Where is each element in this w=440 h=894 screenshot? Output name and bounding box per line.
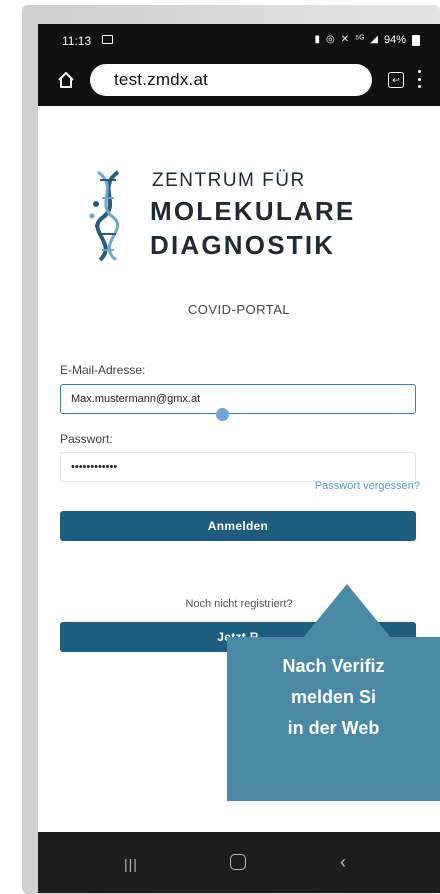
callout-line2: melden Si <box>290 687 377 707</box>
not-registered-text: Noch nicht registriert? <box>185 598 293 610</box>
image-notification-icon <box>102 35 113 44</box>
recent-apps-icon[interactable]: ||| <box>124 856 138 872</box>
status-icons: ▮ ◎ ✕ ⁵ᴳ ◢ 94% <box>315 34 420 46</box>
forgot-password-link[interactable]: Passwort vergessen? <box>315 480 420 492</box>
portal-title: COVID-PORTAL <box>187 302 291 317</box>
status-bar: 11:13 ▮ ◎ ✕ ⁵ᴳ ◢ 94% <box>38 24 440 58</box>
mute-icon: ✕ <box>340 34 350 45</box>
logo-text-line3: DIAGNOSTIK <box>150 230 336 260</box>
status-time: 11:13 <box>62 34 92 48</box>
android-nav-bar: ||| ‹ <box>38 832 440 893</box>
logo-text-line1: ZENTRUM FÜR <box>152 170 306 191</box>
password-label: Passwort: <box>60 432 113 446</box>
callout-line1: Nach Verifiz <box>282 656 385 676</box>
password-field[interactable]: •••••••••••• <box>60 452 416 482</box>
login-button[interactable]: Anmelden <box>60 511 416 541</box>
text-cursor-handle[interactable] <box>216 408 229 421</box>
battery-percent: 94% <box>383 34 406 46</box>
signal-icon: ◢ <box>370 34 378 45</box>
url-text: test.zmdx.at <box>114 70 209 89</box>
alarm-icon: ◎ <box>326 34 335 45</box>
lock-icon: ▮ <box>314 34 321 45</box>
callout-box: Nach Verifiz melden Si in der Web <box>227 637 440 801</box>
email-label: E-Mail-Adresse: <box>60 363 146 377</box>
back-icon[interactable]: ‹ <box>340 852 346 873</box>
email-field[interactable]: Max.mustermann@gmx.at <box>60 384 416 414</box>
tab-switcher-icon[interactable]: ↩ <box>388 72 404 88</box>
password-value: •••••••••••• <box>71 461 118 473</box>
more-menu-icon[interactable] <box>418 70 422 88</box>
browser-toolbar: test.zmdx.at ↩ <box>38 58 440 104</box>
logo-text-line2: MOLEKULARE <box>150 196 356 226</box>
home-button-icon[interactable] <box>230 854 246 870</box>
url-bar[interactable]: test.zmdx.at <box>90 64 372 96</box>
dna-logo-icon <box>89 170 120 262</box>
network-type-icon: ⁵ᴳ <box>355 34 365 45</box>
email-value: Max.mustermann@gmx.at <box>71 393 201 405</box>
battery-icon <box>412 34 420 46</box>
callout-line3: in der Web <box>287 718 380 738</box>
home-icon[interactable] <box>56 70 76 90</box>
